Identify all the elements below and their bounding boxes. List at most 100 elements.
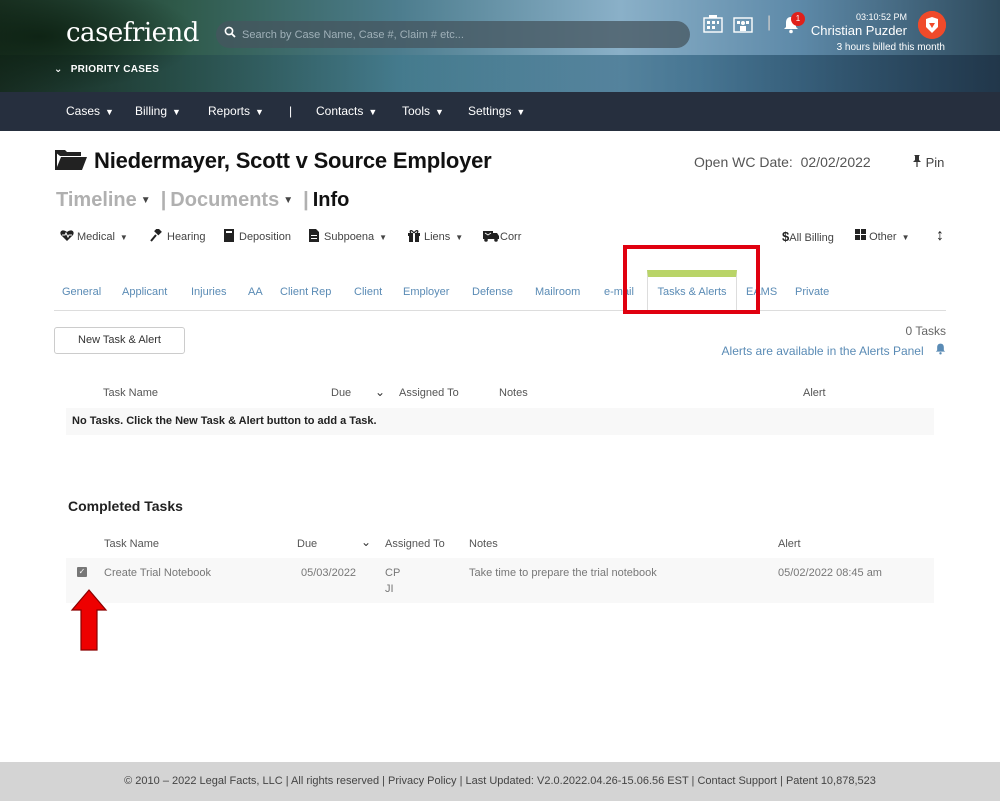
tab-private[interactable]: Private xyxy=(795,286,829,298)
column-header-task-name[interactable]: Task Name xyxy=(103,387,158,399)
tab-client-rep[interactable]: Client Rep xyxy=(280,286,331,298)
nav-label: Reports xyxy=(208,104,251,118)
folder-open-icon xyxy=(54,149,88,171)
tab-separator: | xyxy=(160,189,167,211)
category-hearing[interactable]: Hearing xyxy=(150,227,206,243)
category-subpoena[interactable]: Subpoena ▼ xyxy=(307,229,387,243)
tab-general[interactable]: General xyxy=(62,286,101,298)
tab-separator: | xyxy=(303,189,309,211)
completed-tasks-title: Completed Tasks xyxy=(68,498,183,514)
caret-down-icon: ▼ xyxy=(901,233,910,242)
new-task-button[interactable]: New Task & Alert xyxy=(54,327,185,354)
tab-defense[interactable]: Defense xyxy=(472,286,513,298)
footer: © 2010 – 2022 Legal Facts, LLC | All rig… xyxy=(0,762,1000,801)
category-medical[interactable]: Medical ▼ xyxy=(60,229,128,243)
category-label: Hearing xyxy=(167,231,206,243)
building-icon[interactable] xyxy=(703,15,723,38)
task-assignee: CP xyxy=(385,567,401,579)
nav-reports[interactable]: Reports ▼ xyxy=(208,104,264,118)
search-input[interactable] xyxy=(242,25,682,44)
caret-down-icon[interactable]: ▼ xyxy=(141,195,151,206)
alerts-note[interactable]: Alerts are available in the Alerts Panel xyxy=(660,343,946,358)
info-tabs: General Applicant Injuries AA Client Rep… xyxy=(54,270,946,311)
column-header-assigned-to[interactable]: Assigned To xyxy=(385,538,445,550)
chevron-down-icon[interactable]: ⌄ xyxy=(361,535,371,549)
column-header-assigned-to[interactable]: Assigned To xyxy=(399,387,459,399)
nav-billing[interactable]: Billing ▼ xyxy=(135,104,181,118)
column-header-due[interactable]: Due xyxy=(297,538,317,550)
completed-checkbox[interactable]: ✓ xyxy=(77,567,87,577)
nav-settings[interactable]: Settings ▼ xyxy=(468,104,525,118)
tab-mailroom[interactable]: Mailroom xyxy=(535,286,580,298)
chevron-down-icon[interactable]: ⌄ xyxy=(375,385,385,399)
privacy-policy-link[interactable]: Privacy Policy xyxy=(388,775,456,787)
avatar[interactable] xyxy=(918,11,946,39)
all-billing-button[interactable]: $All Billing xyxy=(782,229,834,244)
nav-contacts[interactable]: Contacts ▼ xyxy=(316,104,377,118)
caret-down-icon[interactable]: ▼ xyxy=(283,195,293,206)
grid-icon xyxy=(855,229,866,243)
tab-client[interactable]: Client xyxy=(354,286,382,298)
category-corr[interactable]: Corr xyxy=(483,229,521,243)
open-date-value: 02/02/2022 xyxy=(800,154,871,170)
caret-down-icon: ▼ xyxy=(119,233,128,242)
tab-employer[interactable]: Employer xyxy=(403,286,449,298)
column-header-due[interactable]: Due xyxy=(331,387,351,399)
tab-timeline[interactable]: Timeline xyxy=(56,189,137,211)
nav-label: Settings xyxy=(468,104,512,118)
nav-tools[interactable]: Tools ▼ xyxy=(402,104,444,118)
other-label: Other xyxy=(869,231,897,243)
footer-copyright: © 2010 – 2022 Legal Facts, LLC | All rig… xyxy=(124,775,389,787)
category-liens[interactable]: Liens ▼ xyxy=(407,229,463,243)
category-deposition[interactable]: Deposition xyxy=(222,229,291,243)
tab-aa[interactable]: AA xyxy=(248,286,263,298)
priority-cases-toggle[interactable]: ⌄ PRIORITY CASES xyxy=(54,64,159,75)
table-row[interactable] xyxy=(66,558,934,603)
office-user-icon[interactable] xyxy=(733,15,753,38)
case-title: Niedermayer, Scott v Source Employer xyxy=(94,148,492,173)
chevron-down-icon: ▼ xyxy=(368,107,378,117)
bell-icon xyxy=(935,343,946,358)
column-header-notes[interactable]: Notes xyxy=(499,387,528,399)
column-header-notes[interactable]: Notes xyxy=(469,538,498,550)
footer-updated: | Last Updated: V2.0.2022.04.26-15.06.56… xyxy=(456,775,698,787)
column-header-alert[interactable]: Alert xyxy=(803,387,826,399)
chevron-down-icon: ▼ xyxy=(105,107,114,117)
open-date-label: Open WC Date: xyxy=(694,154,793,170)
tab-documents[interactable]: Documents xyxy=(170,189,279,211)
highlight-box xyxy=(623,245,760,314)
column-header-alert[interactable]: Alert xyxy=(778,538,801,550)
tab-applicant[interactable]: Applicant xyxy=(122,286,167,298)
casefriend-logo[interactable]: casefriend xyxy=(66,18,199,48)
nav-cases[interactable]: Cases ▼ xyxy=(66,104,114,118)
chevron-down-icon: ▼ xyxy=(516,107,526,117)
tab-info[interactable]: Info xyxy=(313,189,350,211)
gavel-icon xyxy=(150,227,164,242)
mail-truck-icon xyxy=(483,229,499,242)
view-tabs: Timeline ▼ | Documents ▼ | Info xyxy=(56,189,349,212)
category-label: Deposition xyxy=(239,231,291,243)
pin-button[interactable]: Pin xyxy=(912,155,944,170)
notification-badge: 1 xyxy=(791,12,805,26)
other-dropdown[interactable]: Other ▼ xyxy=(855,229,910,243)
nav-divider: | xyxy=(289,104,293,118)
billed-hours: 3 hours billed this month xyxy=(836,42,945,53)
column-header-task-name[interactable]: Task Name xyxy=(104,538,159,550)
nav-label: Billing xyxy=(135,104,168,118)
document-icon xyxy=(307,229,321,242)
user-name[interactable]: Christian Puzder xyxy=(800,23,907,38)
caret-down-icon: ▼ xyxy=(379,233,388,242)
nav-label: Contacts xyxy=(316,104,364,118)
pin-label: Pin xyxy=(925,155,945,170)
main-nav: Cases ▼ Billing ▼ Reports ▼ | Contacts ▼ Too… xyxy=(0,92,1000,131)
contact-support-link[interactable]: Contact Support xyxy=(697,775,777,787)
category-label: Subpoena xyxy=(324,231,375,243)
expand-vertical-icon[interactable]: ↕ xyxy=(936,227,944,245)
nav-label: Tools xyxy=(402,104,431,118)
page-title: Niedermayer, Scott v Source Employer xyxy=(54,148,492,174)
alerts-note-text: Alerts are available in the Alerts Panel xyxy=(721,344,924,358)
task-name[interactable]: Create Trial Notebook xyxy=(104,567,211,579)
search-bar[interactable] xyxy=(216,21,690,48)
chevron-down-icon: ▼ xyxy=(172,107,181,117)
tab-injuries[interactable]: Injuries xyxy=(191,286,226,298)
